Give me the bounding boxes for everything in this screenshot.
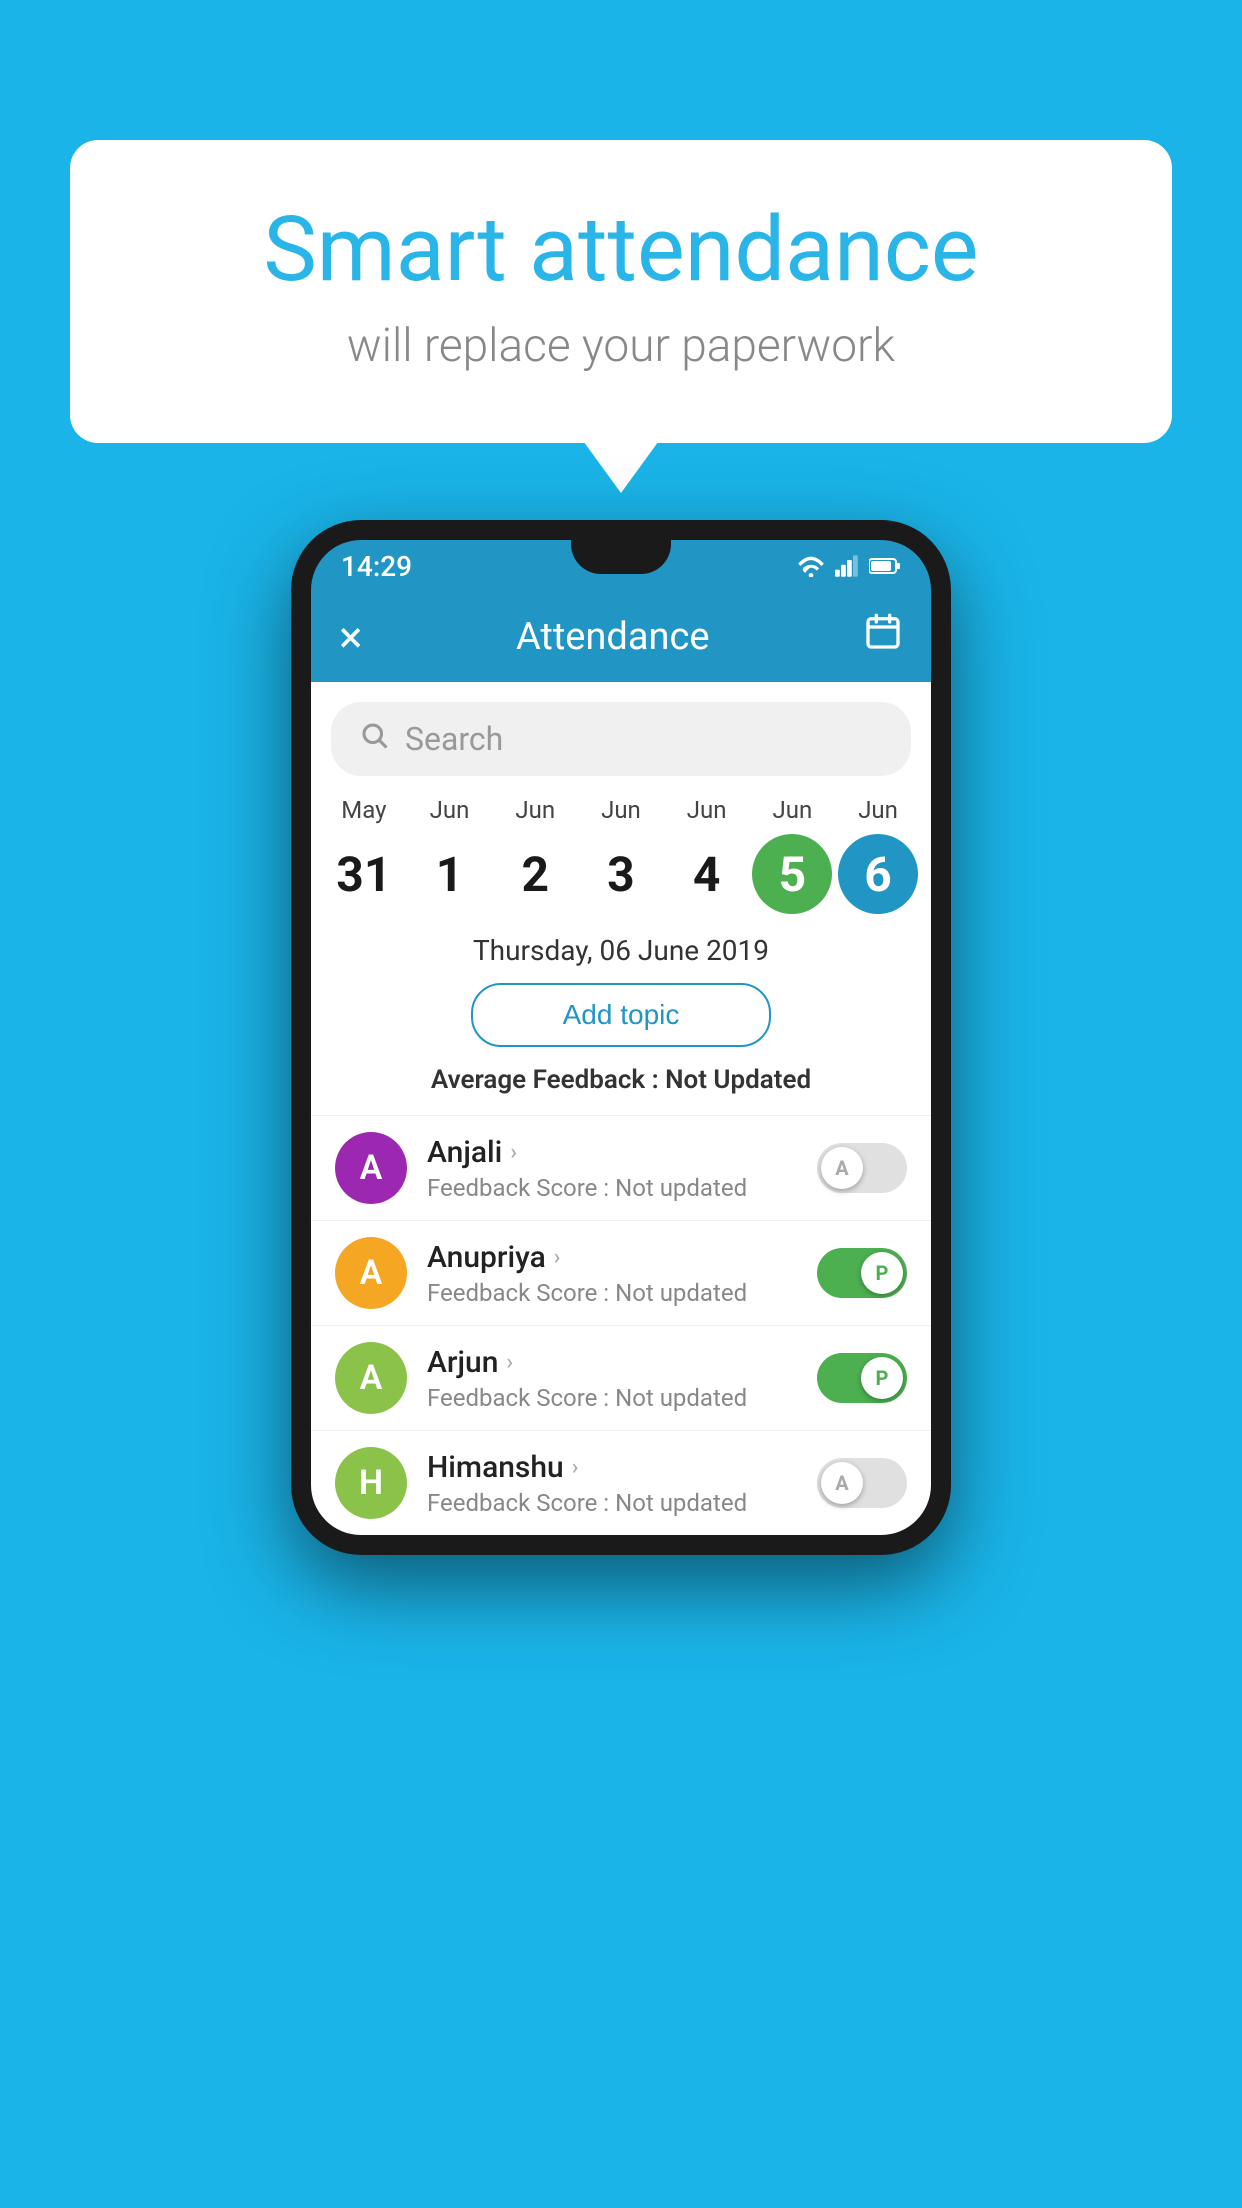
date-month: Jun: [601, 796, 641, 824]
status-icons: [797, 555, 901, 577]
student-row[interactable]: H Himanshu › Feedback Score : Not updated A: [311, 1430, 931, 1535]
close-button[interactable]: ×: [339, 611, 362, 663]
student-list: AAnjali ›Feedback Score : Not updatedAAA…: [311, 1115, 931, 1535]
attendance-toggle[interactable]: A: [817, 1458, 907, 1508]
student-name: Anupriya ›: [427, 1240, 797, 1275]
toggle-knob: A: [821, 1147, 863, 1189]
date-number[interactable]: 6: [838, 834, 918, 914]
wifi-icon: [797, 555, 825, 577]
search-bar[interactable]: Search: [331, 702, 911, 776]
date-row: May 31 Jun 1 Jun 2 Jun 3 Jun 4 Jun 5 Jun 6: [311, 796, 931, 914]
avatar: A: [335, 1132, 407, 1204]
chevron-icon: ›: [506, 1350, 513, 1375]
student-name: Arjun ›: [427, 1345, 797, 1380]
date-month: Jun: [515, 796, 555, 824]
student-feedback: Feedback Score : Not updated: [427, 1279, 797, 1307]
attendance-toggle[interactable]: A: [817, 1143, 907, 1193]
toggle-wrap[interactable]: A: [817, 1458, 907, 1508]
date-col[interactable]: Jun 5: [752, 796, 832, 914]
date-number[interactable]: 2: [495, 834, 575, 914]
speech-bubble: Smart attendance will replace your paper…: [70, 140, 1172, 443]
avg-feedback-label: Average Feedback :: [431, 1065, 659, 1095]
app-bar: × Attendance: [311, 592, 931, 682]
selected-date-label: Thursday, 06 June 2019: [311, 934, 931, 967]
date-number[interactable]: 1: [410, 834, 490, 914]
toggle-wrap[interactable]: A: [817, 1143, 907, 1193]
date-number[interactable]: 3: [581, 834, 661, 914]
date-month: May: [341, 796, 386, 824]
date-col[interactable]: Jun 6: [838, 796, 918, 914]
student-row[interactable]: A Anjali › Feedback Score : Not updated A: [311, 1115, 931, 1220]
chevron-icon: ›: [554, 1245, 561, 1270]
toggle-knob: A: [821, 1462, 863, 1504]
date-col[interactable]: Jun 3: [581, 796, 661, 914]
date-month: Jun: [772, 796, 812, 824]
attendance-toggle[interactable]: P: [817, 1353, 907, 1403]
date-col[interactable]: Jun 2: [495, 796, 575, 914]
screen-content: Search May 31 Jun 1 Jun 2 Jun 3 Jun 4 Jun 5 Jun 6 Thu…: [311, 682, 931, 1535]
chevron-icon: ›: [572, 1455, 579, 1480]
student-name: Anjali ›: [427, 1135, 797, 1170]
bubble-title: Smart attendance: [150, 200, 1092, 299]
toggle-wrap[interactable]: P: [817, 1353, 907, 1403]
calendar-button[interactable]: [863, 612, 903, 662]
student-info: Himanshu › Feedback Score : Not updated: [427, 1450, 797, 1517]
student-info: Anupriya › Feedback Score : Not updated: [427, 1240, 797, 1307]
date-number[interactable]: 5: [752, 834, 832, 914]
notch: [571, 540, 671, 574]
phone-mockup: 14:29: [291, 520, 951, 1555]
student-row[interactable]: A Arjun › Feedback Score : Not updated P: [311, 1325, 931, 1430]
toggle-knob: P: [861, 1357, 903, 1399]
app-bar-title: Attendance: [516, 615, 710, 659]
student-name: Himanshu ›: [427, 1450, 797, 1485]
battery-icon: [869, 556, 901, 576]
student-feedback: Feedback Score : Not updated: [427, 1174, 797, 1202]
student-feedback: Feedback Score : Not updated: [427, 1384, 797, 1412]
date-col[interactable]: Jun 4: [667, 796, 747, 914]
avg-feedback: Average Feedback : Not Updated: [311, 1065, 931, 1095]
attendance-toggle[interactable]: P: [817, 1248, 907, 1298]
calendar-icon: [863, 612, 903, 652]
bubble-subtitle: will replace your paperwork: [150, 319, 1092, 373]
avg-feedback-value: Not Updated: [665, 1065, 811, 1095]
student-feedback: Feedback Score : Not updated: [427, 1489, 797, 1517]
date-col[interactable]: Jun 1: [410, 796, 490, 914]
student-row[interactable]: A Anupriya › Feedback Score : Not updated P: [311, 1220, 931, 1325]
date-col[interactable]: May 31: [324, 796, 404, 914]
date-month: Jun: [430, 796, 470, 824]
student-info: Anjali › Feedback Score : Not updated: [427, 1135, 797, 1202]
speech-bubble-container: Smart attendance will replace your paper…: [70, 140, 1172, 443]
add-topic-button[interactable]: Add topic: [471, 983, 771, 1047]
avatar: H: [335, 1447, 407, 1519]
toggle-wrap[interactable]: P: [817, 1248, 907, 1298]
date-number[interactable]: 4: [667, 834, 747, 914]
avatar: A: [335, 1237, 407, 1309]
signal-icon: [835, 555, 859, 577]
date-month: Jun: [687, 796, 727, 824]
search-icon: [359, 720, 389, 758]
date-number[interactable]: 31: [324, 834, 404, 914]
status-bar: 14:29: [311, 540, 931, 592]
avatar: A: [335, 1342, 407, 1414]
student-info: Arjun › Feedback Score : Not updated: [427, 1345, 797, 1412]
chevron-icon: ›: [510, 1140, 517, 1165]
date-month: Jun: [858, 796, 898, 824]
status-time: 14:29: [341, 550, 412, 583]
phone-outer: 14:29: [291, 520, 951, 1555]
search-placeholder: Search: [405, 720, 503, 758]
toggle-knob: P: [861, 1252, 903, 1294]
background: Smart attendance will replace your paper…: [0, 0, 1242, 2208]
